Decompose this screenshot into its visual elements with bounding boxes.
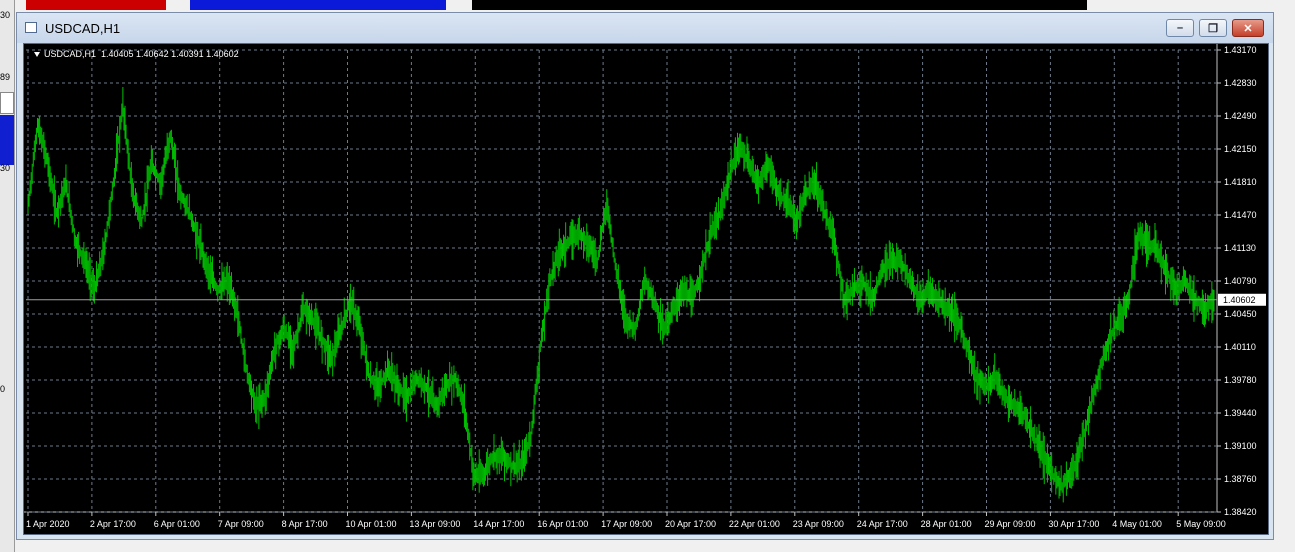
y-tick-label: 1.39100 [1224,441,1257,451]
dropdown-triangle-icon[interactable] [34,52,40,58]
x-tick-label: 2 Apr 17:00 [90,519,136,529]
x-tick-label: 4 May 01:00 [1112,519,1162,529]
x-tick-label: 8 Apr 17:00 [282,519,328,529]
y-tick-label: 1.42150 [1224,144,1257,154]
price-chart[interactable]: 1.43170 1.42830 1.42490 1.42150 1.41810 1.414… [23,43,1269,535]
side-label: 0 [0,384,6,394]
ohlc-text: USDCAD,H1 1.40405 1.40642 1.40391 1.4060… [44,49,239,59]
y-tick-label: 1.40790 [1224,276,1257,286]
y-tick-label: 1.41810 [1224,177,1257,187]
x-tick-label: 24 Apr 17:00 [857,519,908,529]
chart-canvas[interactable]: 1.43170 1.42830 1.42490 1.42150 1.41810 1.414… [24,44,1268,534]
y-tick-label: 1.42830 [1224,78,1257,88]
x-tick-label: 6 Apr 01:00 [154,519,200,529]
minimize-button[interactable]: – [1166,19,1194,37]
side-label: 30 [0,163,11,173]
window-title: USDCAD,H1 [45,21,121,36]
x-tick-label: 14 Apr 17:00 [473,519,524,529]
y-tick-label: 1.41130 [1224,243,1256,253]
minimize-icon: – [1176,22,1184,34]
y-tick-label: 1.41470 [1224,210,1257,220]
x-tick-label: 10 Apr 01:00 [346,519,397,529]
side-label: 89 [0,72,11,82]
y-tick-label: 1.42490 [1224,111,1257,121]
y-tick-label: 1.38760 [1224,474,1257,484]
restore-button[interactable]: ❐ [1199,19,1227,37]
restore-icon: ❐ [1208,22,1218,35]
window-titlebar[interactable]: USDCAD,H1 – ❐ ✕ [17,13,1273,43]
x-tick-label: 23 Apr 09:00 [793,519,844,529]
y-tick-label: 1.38420 [1224,507,1257,517]
x-tick-label: 29 Apr 09:00 [985,519,1036,529]
x-tick-label: 5 May 09:00 [1176,519,1226,529]
y-tick-label: 1.39440 [1224,408,1257,418]
x-tick-label: 28 Apr 01:00 [921,519,972,529]
side-label: 30 [0,10,11,20]
close-icon: ✕ [1243,22,1253,35]
x-tick-label: 17 Apr 09:00 [601,519,652,529]
current-price-label: 1.40602 [1223,295,1256,305]
x-tick-label: 30 Apr 17:00 [1048,519,1099,529]
x-tick-label: 16 Apr 01:00 [537,519,588,529]
background-blue-panel [190,0,446,10]
y-tick-label: 1.40450 [1224,309,1257,319]
x-tick-label: 7 Apr 09:00 [218,519,264,529]
y-tick-label: 1.43170 [1224,45,1257,55]
y-tick-label: 1.39780 [1224,375,1257,385]
background-side-blue [0,115,14,165]
background-chart-strip [472,0,1087,10]
ohlc-label: USDCAD,H1 1.40405 1.40642 1.40391 1.4060… [34,49,239,59]
background-side-field [0,92,14,114]
x-tick-label: 13 Apr 09:00 [409,519,460,529]
y-tick-label: 1.40110 [1224,342,1256,352]
close-button[interactable]: ✕ [1232,19,1264,37]
background-red-panel [26,0,166,10]
chart-window: USDCAD,H1 – ❐ ✕ 1.43170 1.42830 1.42490 1.4… [16,12,1274,540]
x-tick-label: 22 Apr 01:00 [729,519,780,529]
background-side-panel [0,0,15,552]
x-tick-label: 1 Apr 2020 [26,519,70,529]
chart-window-icon [25,22,37,33]
x-tick-label: 20 Apr 17:00 [665,519,716,529]
